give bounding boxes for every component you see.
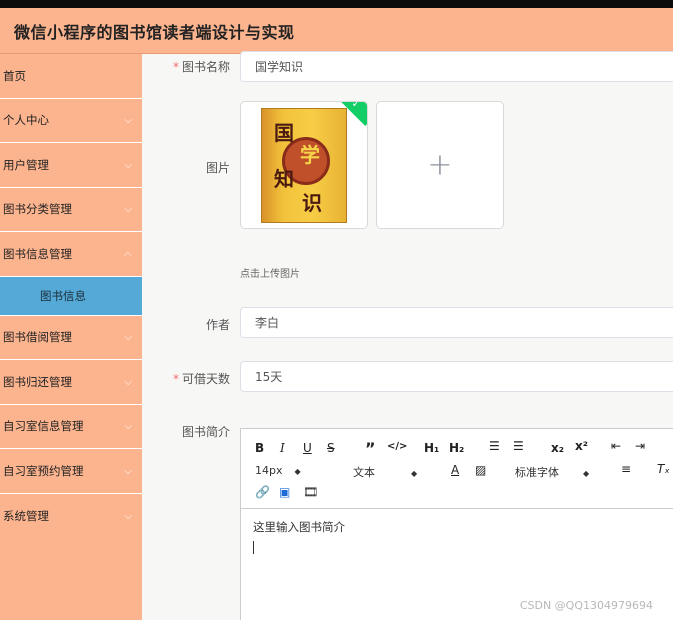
clear-format-button[interactable]: Tₓ: [657, 462, 670, 476]
editor-toolbar: B I U S ” </> H₁ H₂ ☰ ☰ x₂ x² ⇤ ⇥ 14px ◆ …: [241, 429, 673, 509]
font-color-button[interactable]: A: [451, 463, 459, 477]
sidebar-item-label: 图书借阅管理: [3, 330, 72, 345]
chevron-down-icon: ⌵: [124, 204, 132, 216]
uploaded-image[interactable]: 国 学 知 识 ✓: [240, 101, 368, 229]
sidebar-item-label: 系统管理: [3, 508, 49, 523]
video-icon[interactable]: 🎞: [303, 485, 318, 499]
sidebar-item-label: 图书归还管理: [3, 374, 72, 389]
plus-icon: +: [427, 147, 453, 183]
select-arrow-icon: ◆: [294, 467, 301, 476]
sidebar-item-borrow-management[interactable]: 图书借阅管理 ⌵: [0, 316, 142, 360]
sidebar-item-study-room-booking[interactable]: 自习室预约管理 ⌵: [0, 449, 142, 494]
rich-text-editor[interactable]: B I U S ” </> H₁ H₂ ☰ ☰ x₂ x² ⇤ ⇥ 14px ◆ …: [240, 428, 673, 620]
sidebar-item-system-management[interactable]: 系统管理 ⌵: [0, 494, 142, 539]
book-name-label: * 图书名称: [172, 60, 230, 74]
author-label: 作者: [205, 318, 230, 332]
upload-hint: 点击上传图片: [240, 269, 300, 280]
sidebar-item-label: 自习室信息管理: [3, 419, 84, 434]
select-arrow-icon: ◆: [411, 469, 418, 478]
sidebar-item-personal-center[interactable]: 个人中心 ⌵: [0, 99, 142, 143]
sidebar-item-book-info-management[interactable]: 图书信息管理 ⌵: [0, 232, 142, 277]
sidebar-item-study-room-info[interactable]: 自习室信息管理 ⌵: [0, 405, 142, 449]
editor-content[interactable]: 这里输入图书简介: [241, 509, 673, 564]
sidebar: 首页 个人中心 ⌵ 用户管理 ⌵ 图书分类管理 ⌵ 图书信息管理 ⌵ 图书信息 图书借阅…: [0, 54, 142, 620]
chevron-down-icon: ⌵: [124, 115, 132, 127]
chevron-down-icon: ⌵: [124, 465, 132, 477]
italic-button[interactable]: I: [280, 441, 285, 455]
cover-char: 国: [274, 121, 294, 145]
cover-char: 学: [300, 143, 320, 167]
watermark: CSDN @QQ1304979694: [519, 599, 653, 612]
required-mark: *: [172, 60, 179, 74]
app-header: 微信小程序的图书馆读者端设计与实现: [0, 8, 673, 54]
underline-button[interactable]: U: [303, 441, 312, 455]
editor-placeholder: 这里输入图书简介: [253, 520, 345, 534]
borrow-days-label: * 可借天数: [172, 372, 230, 386]
heading2-button[interactable]: H₂: [449, 441, 464, 455]
outdent-button[interactable]: ⇤: [611, 439, 621, 453]
sidebar-item-label: 图书信息管理: [3, 246, 72, 261]
heading1-button[interactable]: H₁: [424, 441, 439, 455]
main-content: * 图书名称 国学知识 图片 国 学 知 识 ✓ + 点击上传图片 作者 李白 *…: [142, 51, 673, 620]
cover-char: 知: [274, 167, 294, 191]
sidebar-item-label: 自习室预约管理: [3, 463, 84, 478]
subscript-button[interactable]: x₂: [551, 441, 564, 455]
book-cover-image: 国 学 知 识: [261, 108, 347, 223]
check-icon: ✓: [351, 101, 361, 110]
link-icon[interactable]: 🔗: [255, 485, 270, 499]
bullet-list-button[interactable]: ☰: [513, 439, 524, 453]
sidebar-item-label: 图书分类管理: [3, 202, 72, 217]
chevron-down-icon: ⌵: [124, 421, 132, 433]
sidebar-subitem-label: 图书信息: [40, 288, 86, 303]
chevron-down-icon: ⌵: [124, 159, 132, 171]
font-family-select[interactable]: 标准字体 ◆: [515, 464, 589, 480]
sidebar-item-return-management[interactable]: 图书归还管理 ⌵: [0, 360, 142, 405]
author-input[interactable]: 李白: [240, 307, 673, 338]
ordered-list-button[interactable]: ☰: [489, 439, 500, 453]
intro-label: 图书简介: [181, 425, 230, 439]
top-strip: [0, 0, 673, 8]
sidebar-item-home[interactable]: 首页: [0, 54, 142, 99]
sidebar-item-category-management[interactable]: 图书分类管理 ⌵: [0, 188, 142, 232]
text-caret: [253, 541, 254, 554]
upload-add-button[interactable]: +: [376, 101, 504, 229]
indent-button[interactable]: ⇥: [635, 439, 645, 453]
code-block-button[interactable]: </>: [387, 441, 407, 452]
select-arrow-icon: ◆: [583, 469, 590, 478]
image-label: 图片: [205, 161, 230, 175]
sidebar-item-label: 用户管理: [3, 157, 49, 172]
chevron-down-icon: ⌵: [124, 332, 132, 344]
chevron-down-icon: ⌵: [124, 510, 132, 522]
app-title: 微信小程序的图书馆读者端设计与实现: [14, 23, 295, 42]
chevron-down-icon: ⌵: [124, 376, 132, 388]
chevron-up-icon: ⌵: [124, 248, 132, 260]
background-color-button[interactable]: ▨: [475, 463, 486, 477]
required-mark: *: [172, 372, 179, 386]
sidebar-item-label: 个人中心: [3, 113, 49, 128]
cover-char: 识: [302, 191, 322, 215]
superscript-button[interactable]: x²: [575, 439, 588, 453]
sidebar-item-user-management[interactable]: 用户管理 ⌵: [0, 143, 142, 188]
blockquote-button[interactable]: ”: [365, 439, 376, 458]
sidebar-item-label: 首页: [3, 68, 26, 83]
borrow-days-input[interactable]: 15天: [240, 361, 673, 392]
sidebar-subitem-book-info[interactable]: 图书信息: [0, 276, 142, 316]
font-size-select[interactable]: 14px ◆: [255, 464, 301, 477]
strike-button[interactable]: S: [327, 441, 335, 455]
image-icon[interactable]: ▣: [279, 485, 290, 499]
align-button[interactable]: ≡: [621, 462, 631, 476]
bold-button[interactable]: B: [255, 441, 264, 455]
book-name-input[interactable]: 国学知识: [240, 51, 673, 82]
paragraph-select[interactable]: 文本 ◆: [353, 464, 417, 480]
